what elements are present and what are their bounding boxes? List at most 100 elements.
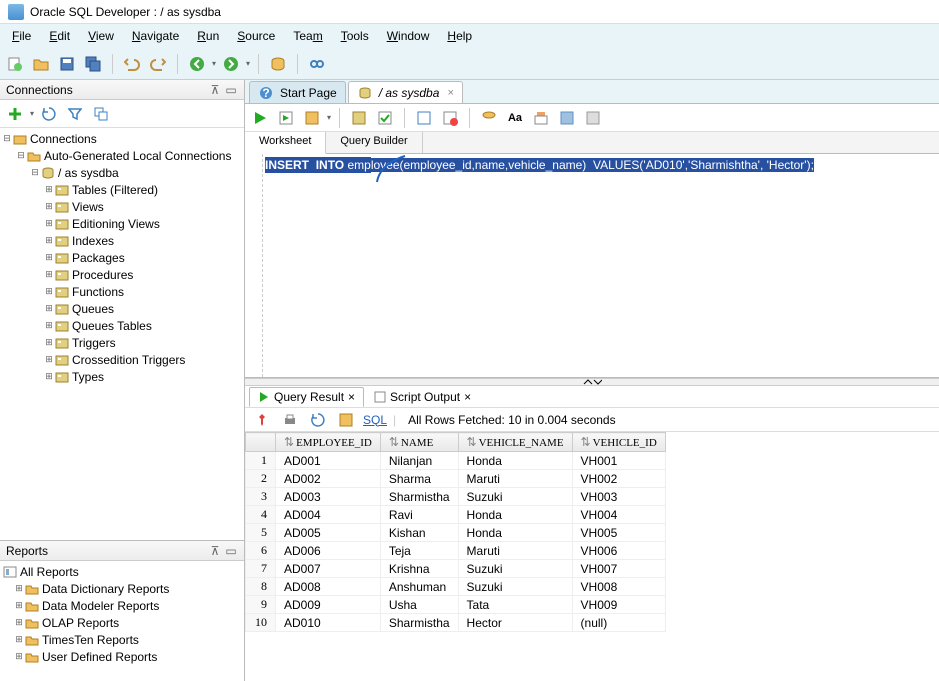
connections-toolbar: ▾ xyxy=(0,100,244,128)
print-icon[interactable] xyxy=(279,409,301,431)
result-grid[interactable]: ⇅EMPLOYEE_ID⇅NAME⇅VEHICLE_NAME⇅VEHICLE_I… xyxy=(245,432,939,632)
tree-item[interactable]: ⊞Indexes xyxy=(0,232,244,249)
refresh-result-icon[interactable] xyxy=(307,409,329,431)
tree-item[interactable]: ⊞Queues xyxy=(0,300,244,317)
refresh-connections-icon[interactable] xyxy=(38,103,60,125)
minimize-icon[interactable]: ▭ xyxy=(224,83,238,97)
sql-icon[interactable] xyxy=(267,53,289,75)
open-icon[interactable] xyxy=(30,53,52,75)
autotrace-icon[interactable] xyxy=(348,107,370,129)
pin-result-icon[interactable] xyxy=(251,409,273,431)
run-icon[interactable] xyxy=(249,107,271,129)
svg-text:?: ? xyxy=(262,86,269,100)
find-icon[interactable] xyxy=(306,53,328,75)
report-icon[interactable] xyxy=(582,107,604,129)
tree-root[interactable]: Connections xyxy=(30,132,97,146)
minimize-icon[interactable]: ▭ xyxy=(224,544,238,558)
commit-icon[interactable] xyxy=(374,107,396,129)
case-icon[interactable]: Aa xyxy=(504,107,526,129)
table-row[interactable]: 4AD004RaviHondaVH004 xyxy=(246,506,666,524)
tab-query-result[interactable]: Query Result× xyxy=(249,387,364,407)
redo-icon[interactable] xyxy=(147,53,169,75)
help-icon: ? xyxy=(258,86,274,100)
close-icon[interactable]: × xyxy=(447,87,453,99)
tree-folder[interactable]: Auto-Generated Local Connections xyxy=(44,149,231,163)
menu-team[interactable]: Team xyxy=(285,27,330,45)
undo-icon[interactable] xyxy=(121,53,143,75)
column-header[interactable]: ⇅EMPLOYEE_ID xyxy=(276,433,381,452)
sql-history-icon[interactable] xyxy=(478,107,500,129)
export-icon[interactable] xyxy=(335,409,357,431)
copy-icon[interactable] xyxy=(90,103,112,125)
tree-conn[interactable]: / as sysdba xyxy=(58,166,119,180)
unshared-icon[interactable] xyxy=(439,107,461,129)
table-row[interactable]: 3AD003SharmisthaSuzukiVH003 xyxy=(246,488,666,506)
tab-sysdba[interactable]: / as sysdba × xyxy=(348,81,463,103)
save-icon[interactable] xyxy=(56,53,78,75)
snippet-icon[interactable] xyxy=(556,107,578,129)
menu-tools[interactable]: Tools xyxy=(333,27,377,45)
pin-icon[interactable]: ⊼ xyxy=(208,83,222,97)
column-header[interactable]: ⇅VEHICLE_NAME xyxy=(458,433,572,452)
sql-editor[interactable]: INSERT INTO employee(employee_id,name,ve… xyxy=(245,154,939,378)
menu-file[interactable]: File xyxy=(4,27,39,45)
explain-icon[interactable] xyxy=(301,107,323,129)
tree-item[interactable]: ⊞Packages xyxy=(0,249,244,266)
tree-item[interactable]: ⊞TimesTen Reports xyxy=(0,631,244,648)
menu-navigate[interactable]: Navigate xyxy=(124,27,187,45)
close-icon[interactable]: × xyxy=(464,390,471,404)
tree-item[interactable]: ⊞Crossedition Triggers xyxy=(0,351,244,368)
table-row[interactable]: 5AD005KishanHondaVH005 xyxy=(246,524,666,542)
tree-item[interactable]: ⊞Editioning Views xyxy=(0,215,244,232)
tab-worksheet[interactable]: Worksheet xyxy=(245,132,326,154)
menu-run[interactable]: Run xyxy=(189,27,227,45)
tab-start-page[interactable]: ? Start Page xyxy=(249,81,346,103)
tree-item[interactable]: ⊞Types xyxy=(0,368,244,385)
column-header[interactable]: ⇅VEHICLE_ID xyxy=(572,433,665,452)
menu-source[interactable]: Source xyxy=(229,27,283,45)
tree-item[interactable]: ⊞Functions xyxy=(0,283,244,300)
menu-window[interactable]: Window xyxy=(379,27,438,45)
tree-item[interactable]: ⊞Triggers xyxy=(0,334,244,351)
tree-item[interactable]: ⊞OLAP Reports xyxy=(0,614,244,631)
menu-view[interactable]: View xyxy=(80,27,122,45)
run-script-icon[interactable] xyxy=(275,107,297,129)
pin-icon[interactable]: ⊼ xyxy=(208,544,222,558)
column-header[interactable]: ⇅NAME xyxy=(380,433,458,452)
tree-item[interactable]: ⊞Queues Tables xyxy=(0,317,244,334)
tree-item[interactable]: ⊞Data Dictionary Reports xyxy=(0,580,244,597)
tree-item[interactable]: ⊞Procedures xyxy=(0,266,244,283)
new-icon[interactable] xyxy=(4,53,26,75)
add-connection-icon[interactable] xyxy=(4,103,26,125)
horizontal-splitter[interactable] xyxy=(245,378,939,386)
close-icon[interactable]: × xyxy=(348,390,355,404)
forward-icon[interactable] xyxy=(220,53,242,75)
tree-item[interactable]: ⊞Tables (Filtered) xyxy=(0,181,244,198)
connections-tree[interactable]: ⊟Connections ⊟Auto-Generated Local Conne… xyxy=(0,128,244,540)
table-row[interactable]: 7AD007KrishnaSuzukiVH007 xyxy=(246,560,666,578)
reports-tree[interactable]: All Reports ⊞Data Dictionary Reports⊞Dat… xyxy=(0,561,244,681)
back-icon[interactable] xyxy=(186,53,208,75)
rollback-icon[interactable] xyxy=(413,107,435,129)
tree-item[interactable]: ⊞Data Modeler Reports xyxy=(0,597,244,614)
clear-icon[interactable] xyxy=(530,107,552,129)
sql-link[interactable]: SQL xyxy=(363,413,387,427)
tab-query-builder[interactable]: Query Builder xyxy=(326,132,422,153)
filter-icon[interactable] xyxy=(64,103,86,125)
reports-root[interactable]: All Reports xyxy=(20,565,79,579)
result-tabs: Query Result× Script Output× xyxy=(245,386,939,408)
table-row[interactable]: 6AD006TejaMarutiVH006 xyxy=(246,542,666,560)
menu-help[interactable]: Help xyxy=(439,27,480,45)
table-row[interactable]: 2AD002SharmaMarutiVH002 xyxy=(246,470,666,488)
tree-item[interactable]: ⊞Views xyxy=(0,198,244,215)
titlebar: Oracle SQL Developer : / as sysdba xyxy=(0,0,939,24)
table-row[interactable]: 9AD009UshaTataVH009 xyxy=(246,596,666,614)
menu-edit[interactable]: Edit xyxy=(41,27,78,45)
sql-tab-icon xyxy=(357,86,373,100)
table-row[interactable]: 8AD008AnshumanSuzukiVH008 xyxy=(246,578,666,596)
tree-item[interactable]: ⊞User Defined Reports xyxy=(0,648,244,665)
tab-script-output[interactable]: Script Output× xyxy=(366,388,479,406)
saveall-icon[interactable] xyxy=(82,53,104,75)
table-row[interactable]: 1AD001NilanjanHondaVH001 xyxy=(246,452,666,470)
table-row[interactable]: 10AD010SharmisthaHector(null) xyxy=(246,614,666,632)
